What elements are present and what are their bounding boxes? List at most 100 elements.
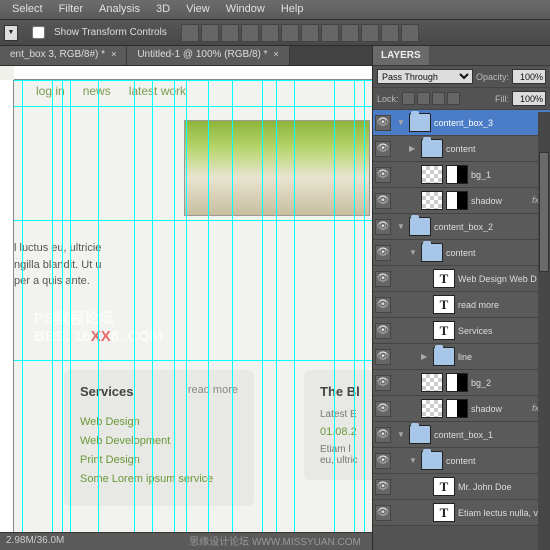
layer-mask-thumbnail[interactable]: [446, 191, 468, 210]
layer-mask-thumbnail[interactable]: [446, 399, 468, 418]
guide-vertical[interactable]: [354, 80, 355, 550]
show-transform-checkbox[interactable]: [32, 26, 45, 39]
menu-3d[interactable]: 3D: [148, 0, 178, 19]
layer-name[interactable]: Services: [458, 326, 548, 336]
lock-pixels-icon[interactable]: [417, 92, 430, 105]
guide-vertical[interactable]: [62, 80, 63, 550]
visibility-icon[interactable]: 👁: [375, 115, 391, 131]
layer-thumbnail[interactable]: T: [433, 295, 455, 314]
layer-thumbnail[interactable]: T: [433, 269, 455, 288]
layer-name[interactable]: content: [446, 144, 548, 154]
layer-name[interactable]: Web Design Web Dev...: [458, 274, 548, 284]
expand-icon[interactable]: ▼: [409, 456, 418, 465]
menu-filter[interactable]: Filter: [51, 0, 91, 19]
align-icon[interactable]: [281, 24, 299, 42]
visibility-icon[interactable]: 👁: [375, 401, 391, 417]
visibility-icon[interactable]: 👁: [375, 479, 391, 495]
layer-name[interactable]: content_box_2: [434, 222, 548, 232]
visibility-icon[interactable]: 👁: [375, 323, 391, 339]
guide-vertical[interactable]: [98, 80, 99, 550]
doc-tab[interactable]: Untitled-1 @ 100% (RGB/8) *×: [127, 46, 289, 65]
layer-thumbnail[interactable]: [421, 373, 443, 392]
layer-name[interactable]: line: [458, 352, 548, 362]
layer-thumbnail[interactable]: [421, 399, 443, 418]
canvas[interactable]: log innewslatest work l luctus eu, ultri…: [14, 80, 372, 550]
guide-vertical[interactable]: [152, 80, 153, 550]
layer-name[interactable]: bg_2: [471, 378, 548, 388]
layer-thumbnail[interactable]: [409, 217, 431, 236]
align-icon[interactable]: [261, 24, 279, 42]
guide-vertical[interactable]: [22, 80, 23, 550]
menu-window[interactable]: Window: [218, 0, 273, 19]
tool-preset-dropdown[interactable]: ▼: [4, 25, 18, 41]
layer-thumbnail[interactable]: [433, 347, 455, 366]
expand-icon[interactable]: ▼: [397, 118, 406, 127]
guide-vertical[interactable]: [262, 80, 263, 550]
layers-tab[interactable]: LAYERS: [373, 46, 429, 65]
panel-scrollbar[interactable]: [538, 112, 550, 550]
align-icon[interactable]: [381, 24, 399, 42]
layer-row[interactable]: 👁shadowfx ▾: [373, 396, 550, 422]
layer-name[interactable]: shadow: [471, 404, 529, 414]
expand-icon[interactable]: ▼: [409, 248, 418, 257]
layer-thumbnail[interactable]: [421, 191, 443, 210]
close-icon[interactable]: ×: [111, 49, 116, 59]
visibility-icon[interactable]: 👁: [375, 453, 391, 469]
expand-icon[interactable]: ▼: [397, 222, 406, 231]
align-icon[interactable]: [221, 24, 239, 42]
align-icon[interactable]: [201, 24, 219, 42]
layer-row[interactable]: 👁TEtiam lectus nulla, ves...: [373, 500, 550, 526]
visibility-icon[interactable]: 👁: [375, 297, 391, 313]
align-icon[interactable]: [301, 24, 319, 42]
guide-horizontal[interactable]: [14, 220, 372, 221]
guide-vertical[interactable]: [134, 80, 135, 550]
guide-vertical[interactable]: [294, 80, 295, 550]
layer-thumbnail[interactable]: [421, 243, 443, 262]
guide-vertical[interactable]: [276, 80, 277, 550]
layer-row[interactable]: 👁 ▼ content: [373, 240, 550, 266]
visibility-icon[interactable]: 👁: [375, 245, 391, 261]
guide-vertical[interactable]: [174, 80, 175, 550]
layer-name[interactable]: bg_1: [471, 170, 548, 180]
guide-horizontal[interactable]: [14, 80, 372, 81]
lock-all-icon[interactable]: [447, 92, 460, 105]
layer-thumbnail[interactable]: [409, 425, 431, 444]
layer-name[interactable]: shadow: [471, 196, 529, 206]
layer-name[interactable]: content_box_1: [434, 430, 548, 440]
align-icon[interactable]: [341, 24, 359, 42]
blend-mode-select[interactable]: Pass Through: [377, 69, 473, 84]
layer-thumbnail[interactable]: [409, 113, 431, 132]
guide-vertical[interactable]: [334, 80, 335, 550]
guide-vertical[interactable]: [208, 80, 209, 550]
visibility-icon[interactable]: 👁: [375, 193, 391, 209]
layer-thumbnail[interactable]: [421, 139, 443, 158]
layer-thumbnail[interactable]: [421, 165, 443, 184]
layer-row[interactable]: 👁▼content_box_1: [373, 422, 550, 448]
layer-mask-thumbnail[interactable]: [446, 373, 468, 392]
menu-select[interactable]: Select: [4, 0, 51, 19]
layer-row[interactable]: 👁▶content: [373, 136, 550, 162]
ruler-vertical[interactable]: [0, 80, 14, 550]
doc-tab[interactable]: ent_box 3, RGB/8#) *×: [0, 46, 127, 65]
layer-name[interactable]: content: [446, 456, 548, 466]
fill-field[interactable]: [512, 91, 546, 106]
layer-row[interactable]: 👁 bg_1: [373, 162, 550, 188]
visibility-icon[interactable]: 👁: [375, 271, 391, 287]
layer-thumbnail[interactable]: T: [433, 503, 455, 522]
align-icon[interactable]: [181, 24, 199, 42]
layer-row[interactable]: 👁▼content_box_2: [373, 214, 550, 240]
layer-name[interactable]: read more: [458, 300, 548, 310]
expand-icon[interactable]: ▼: [397, 430, 406, 439]
layer-name[interactable]: Mr. John Doe: [458, 482, 548, 492]
menu-help[interactable]: Help: [273, 0, 312, 19]
layer-row[interactable]: 👁 Tread more: [373, 292, 550, 318]
align-icon[interactable]: [361, 24, 379, 42]
layer-row[interactable]: 👁 ▼ content: [373, 448, 550, 474]
visibility-icon[interactable]: 👁: [375, 167, 391, 183]
guide-vertical[interactable]: [232, 80, 233, 550]
layer-name[interactable]: content_box_3: [434, 118, 548, 128]
layer-name[interactable]: content: [446, 248, 548, 258]
layer-thumbnail[interactable]: [421, 451, 443, 470]
expand-icon[interactable]: ▶: [409, 144, 418, 153]
guide-vertical[interactable]: [52, 80, 53, 550]
